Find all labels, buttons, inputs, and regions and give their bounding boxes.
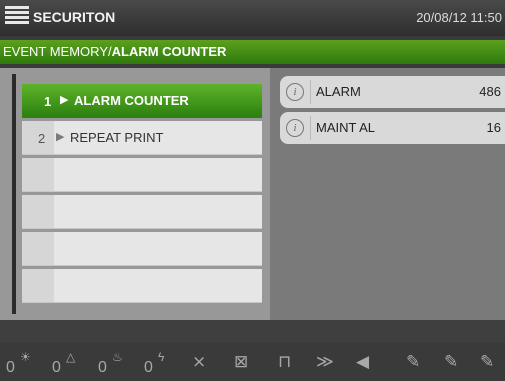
menu-item-alarm-counter[interactable]: 1 ▶ ALARM COUNTER (22, 84, 262, 118)
warning-triangle-icon: △ (66, 350, 76, 364)
alarm-counter-group[interactable]: 0 ☀ (6, 342, 46, 381)
menu-item-empty (22, 232, 262, 266)
edit1-icon: ✎ (406, 352, 421, 371)
mute-button[interactable]: ≫ (314, 342, 344, 381)
edit2-button[interactable]: ✎ (442, 342, 470, 381)
breadcrumb-current: ALARM COUNTER (111, 44, 227, 59)
fire-count: 0 (98, 359, 107, 376)
disabled-output-icon: ⊠ (234, 352, 249, 371)
counter-value: 16 (486, 120, 501, 135)
speaker-button[interactable]: ◀ (354, 342, 384, 381)
counter-label: ALARM (316, 84, 361, 99)
speaker-icon: ◀ (356, 352, 370, 371)
edit2-icon: ✎ (444, 352, 459, 371)
fault-counter-group[interactable]: 0 ϟ (144, 342, 184, 381)
menu-item-empty (22, 158, 262, 192)
sounder-button[interactable]: ⊓ (276, 342, 304, 381)
disabled-detector-icon: ⨯ (192, 352, 207, 371)
menu-item-number: 1 (44, 94, 52, 109)
menu-list: 1 ▶ ALARM COUNTER 2 ▶ REPEAT PRINT (22, 84, 262, 306)
top-bar: SECURITON 20/08/12 11:50 (0, 0, 505, 36)
menu-item-label: REPEAT PRINT (70, 130, 164, 145)
edit1-button[interactable]: ✎ (404, 342, 432, 381)
fire-icon: ♨ (112, 350, 123, 364)
sounder-icon: ⊓ (278, 352, 292, 371)
menu-item-repeat-print[interactable]: 2 ▶ REPEAT PRINT (22, 121, 262, 155)
edit3-button[interactable]: ✎ (478, 342, 504, 381)
menu-item-number: 2 (38, 131, 46, 146)
fault-count: 0 (144, 359, 153, 376)
edit3-icon: ✎ (480, 352, 495, 371)
main-content: 1 ▶ ALARM COUNTER 2 ▶ REPEAT PRINT i ALA… (0, 68, 505, 320)
datetime: 20/08/12 11:50 (416, 10, 502, 25)
counter-row-maint-al[interactable]: i MAINT AL 16 (280, 112, 505, 144)
alarm-count: 0 (6, 359, 15, 376)
hamburger-menu-icon[interactable] (5, 6, 29, 30)
disabled-output-button[interactable]: ⊠ (232, 342, 264, 381)
counter-label: MAINT AL (316, 120, 376, 135)
fire-counter-group[interactable]: 0 ♨ (98, 342, 138, 381)
sun-alarm-icon: ☀ (20, 350, 31, 364)
menu-item-label: ALARM COUNTER (74, 93, 189, 108)
info-icon[interactable]: i (286, 83, 304, 101)
menu-item-empty (22, 195, 262, 229)
disabled-detector-button[interactable]: ⨯ (190, 342, 222, 381)
counter-row-alarm[interactable]: i ALARM 486 (280, 76, 505, 108)
counter-value: 486 (479, 84, 501, 99)
warning-counter-group[interactable]: 0 △ (52, 342, 92, 381)
breadcrumb-path: EVENT MEMORY/ (3, 44, 112, 59)
arrow-right-icon: ▶ (60, 94, 69, 106)
breadcrumb: EVENT MEMORY/ALARM COUNTER (0, 40, 505, 64)
mute-icon: ≫ (316, 352, 334, 371)
menu-item-empty (22, 269, 262, 303)
scroll-indicator[interactable] (12, 74, 16, 314)
warning-count: 0 (52, 359, 61, 376)
fault-icon: ϟ (158, 350, 165, 364)
arrow-right-icon: ▶ (56, 131, 65, 143)
menu-panel: 1 ▶ ALARM COUNTER 2 ▶ REPEAT PRINT (0, 68, 270, 320)
brand-title: SECURITON (33, 9, 116, 25)
status-icon-bar: 0 ☀ 0 △ 0 ♨ 0 ϟ ⨯ ⊠ ⊓ ≫ ◀ ✎ ✎ ✎ (0, 342, 505, 381)
info-icon[interactable]: i (286, 119, 304, 137)
status-bar (0, 320, 505, 342)
